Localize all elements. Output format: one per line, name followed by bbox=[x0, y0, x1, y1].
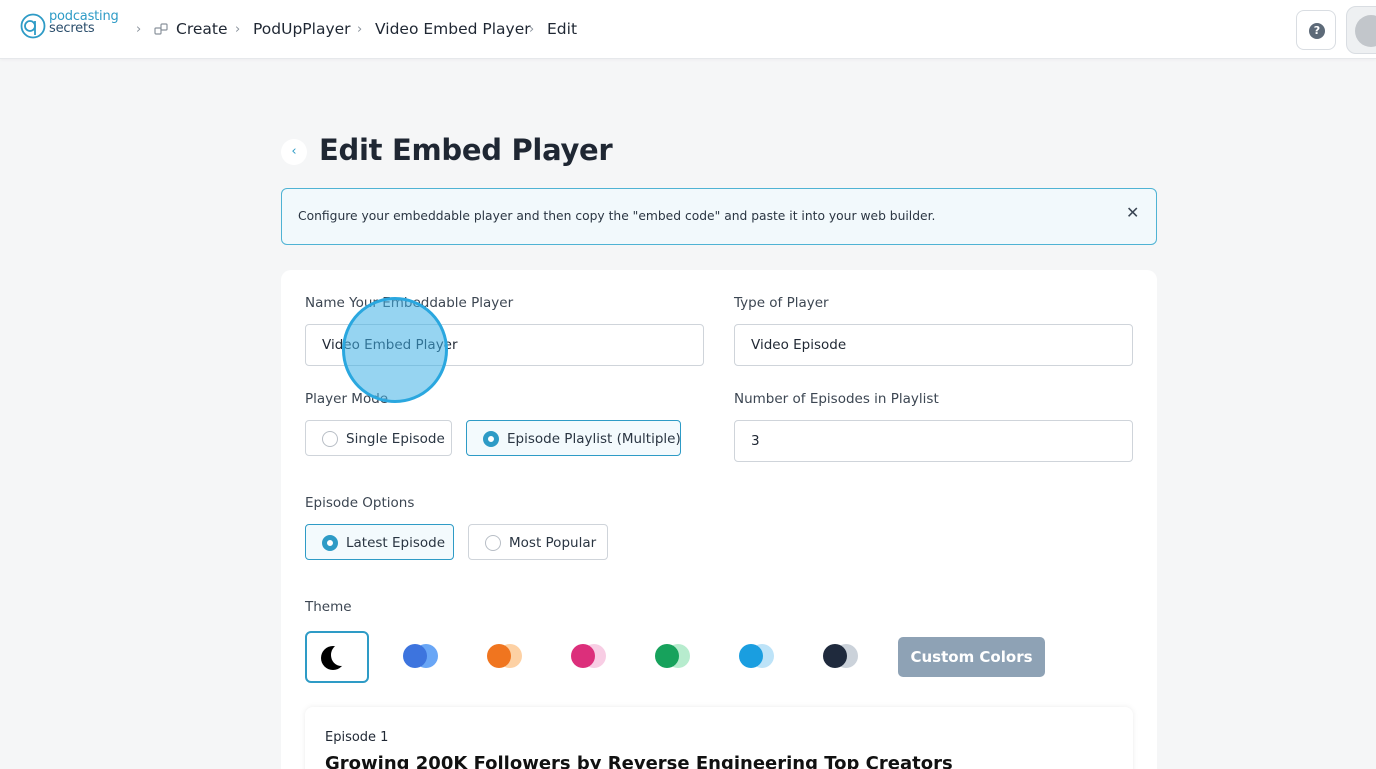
radio-icon bbox=[322, 431, 338, 447]
breadcrumb-separator-icon: › bbox=[235, 22, 241, 37]
top-navigation-bar: podcasting secrets › Create › PodUpPlaye… bbox=[0, 0, 1376, 59]
breadcrumb-separator-icon: › bbox=[357, 22, 363, 37]
breadcrumb-separator-icon: › bbox=[136, 22, 142, 37]
logo-icon bbox=[20, 13, 46, 39]
episode-preview-card: Episode 1 Growing 200K Followers by Reve… bbox=[305, 707, 1133, 769]
theme-swatch-blue[interactable] bbox=[389, 631, 453, 683]
chevron-left-icon: ‹ bbox=[291, 144, 297, 159]
theme-swatch-orange[interactable] bbox=[473, 631, 537, 683]
help-button[interactable]: ? bbox=[1296, 10, 1336, 50]
episodes-count-label: Number of Episodes in Playlist bbox=[734, 391, 939, 407]
player-name-label: Name Your Embeddable Player bbox=[305, 295, 514, 311]
avatar-image bbox=[1355, 15, 1376, 47]
close-icon[interactable]: ✕ bbox=[1126, 203, 1139, 222]
theme-swatch-dark-mode[interactable] bbox=[305, 631, 369, 683]
info-banner-text: Configure your embeddable player and the… bbox=[298, 209, 936, 223]
theme-swatch-slate[interactable] bbox=[809, 631, 873, 683]
theme-label: Theme bbox=[305, 599, 352, 615]
podcasting-secrets-logo[interactable]: podcasting secrets bbox=[20, 10, 128, 43]
color-dot bbox=[487, 644, 511, 668]
breadcrumb-create[interactable]: Create bbox=[176, 20, 228, 38]
info-banner: Configure your embeddable player and the… bbox=[281, 188, 1157, 245]
latest-episode-radio[interactable]: Latest Episode bbox=[305, 524, 454, 560]
theme-swatch-sky[interactable] bbox=[725, 631, 789, 683]
mode-option-label: Single Episode bbox=[346, 431, 445, 447]
question-circle-icon: ? bbox=[1309, 23, 1325, 39]
episode-number: Episode 1 bbox=[325, 730, 389, 745]
mode-option-label: Episode Playlist (Multiple) bbox=[507, 431, 681, 447]
radio-selected-icon bbox=[483, 431, 499, 447]
logo-text-line2: secrets bbox=[49, 21, 95, 36]
color-dot bbox=[739, 644, 763, 668]
player-type-field[interactable]: Video Episode bbox=[734, 324, 1133, 366]
custom-colors-button[interactable]: Custom Colors bbox=[898, 637, 1045, 677]
breadcrumb-video-embed-player[interactable]: Video Embed Player bbox=[375, 20, 531, 38]
mode-episode-playlist-radio[interactable]: Episode Playlist (Multiple) bbox=[466, 420, 681, 456]
color-dot bbox=[655, 644, 679, 668]
breadcrumb-edit: Edit bbox=[547, 20, 578, 38]
create-music-icon bbox=[154, 23, 168, 35]
episode-option-label: Most Popular bbox=[509, 535, 597, 551]
color-dot bbox=[823, 644, 847, 668]
player-name-input[interactable]: Video Embed Player bbox=[305, 324, 704, 366]
episode-options-label: Episode Options bbox=[305, 495, 415, 511]
breadcrumb-separator-icon: › bbox=[529, 22, 535, 37]
player-mode-label: Player Mode bbox=[305, 391, 389, 407]
episode-title[interactable]: Growing 200K Followers by Reverse Engine… bbox=[325, 753, 953, 769]
episodes-count-input[interactable]: 3 bbox=[734, 420, 1133, 462]
color-dot bbox=[403, 644, 427, 668]
theme-swatch-green[interactable] bbox=[641, 631, 705, 683]
breadcrumb-podupplayer[interactable]: PodUpPlayer bbox=[253, 20, 351, 38]
page-title: Edit Embed Player bbox=[319, 133, 613, 167]
radio-icon bbox=[485, 535, 501, 551]
player-type-label: Type of Player bbox=[734, 295, 829, 311]
color-dot bbox=[571, 644, 595, 668]
user-avatar[interactable] bbox=[1346, 6, 1376, 54]
most-popular-radio[interactable]: Most Popular bbox=[468, 524, 608, 560]
theme-swatch-pink[interactable] bbox=[557, 631, 621, 683]
episode-option-label: Latest Episode bbox=[346, 535, 446, 551]
back-button[interactable]: ‹ bbox=[281, 139, 307, 165]
radio-selected-icon bbox=[322, 535, 338, 551]
mode-single-episode-radio[interactable]: Single Episode bbox=[305, 420, 452, 456]
